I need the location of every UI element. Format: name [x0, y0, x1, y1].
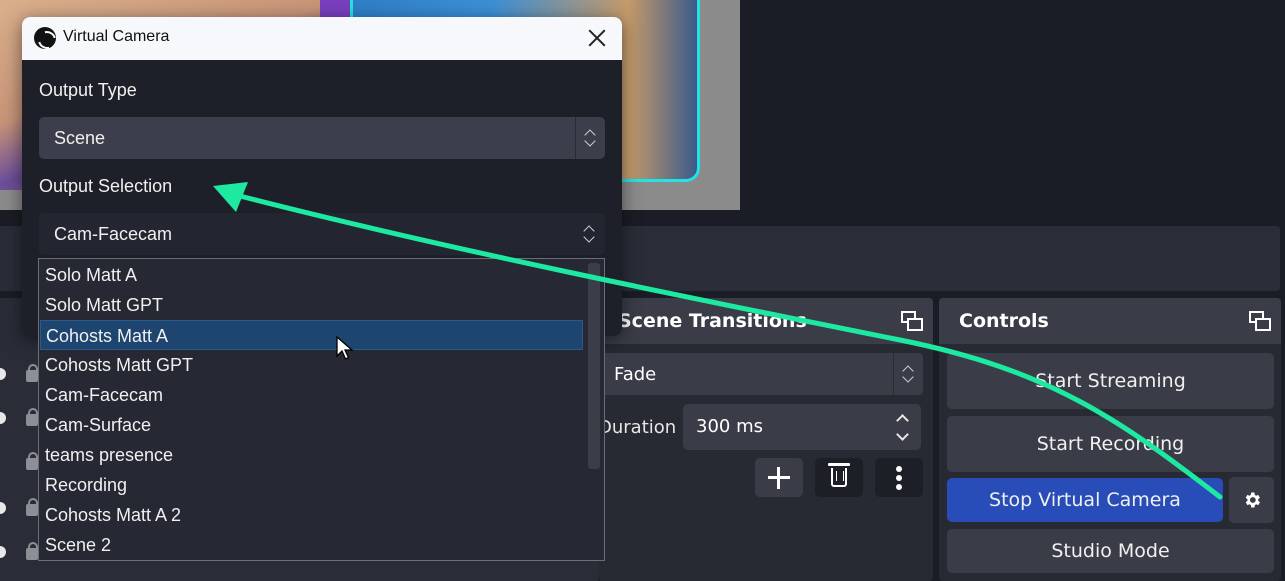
visibility-icon[interactable]: [0, 412, 6, 424]
remove-transition-button[interactable]: [815, 458, 863, 497]
lock-icon[interactable]: [26, 452, 38, 470]
dropdown-option[interactable]: Cam-Facecam: [40, 380, 583, 410]
lock-icon[interactable]: [26, 408, 38, 426]
lock-icon[interactable]: [26, 542, 38, 560]
start-streaming-button[interactable]: Start Streaming: [947, 353, 1274, 409]
controls-dock: Controls Start Streaming Start Recording…: [939, 298, 1281, 581]
visibility-icon[interactable]: [0, 546, 6, 558]
dropdown-option-highlighted[interactable]: Cohosts Matt A: [40, 320, 583, 350]
more-vertical-icon: [896, 466, 902, 490]
updown-chevron-icon: [893, 353, 923, 395]
output-type-value: Scene: [54, 128, 106, 148]
studio-mode-button[interactable]: Studio Mode: [947, 529, 1274, 573]
toolbar-band-left: [0, 226, 22, 291]
scene-transitions-dock: Scene Transitions Fade Duration 300 ms: [598, 298, 933, 581]
output-type-select[interactable]: Scene: [39, 117, 605, 159]
dropdown-option[interactable]: teams presence: [40, 440, 583, 470]
lock-icon[interactable]: [26, 498, 38, 516]
visibility-icon[interactable]: [0, 368, 6, 380]
updown-chevron-icon: [575, 117, 605, 159]
output-type-label: Output Type: [39, 80, 137, 100]
dropdown-option[interactable]: Solo Matt A: [40, 260, 583, 290]
increment-icon[interactable]: [896, 414, 909, 427]
obs-logo-icon: [34, 27, 56, 49]
lock-icon[interactable]: [26, 364, 38, 382]
output-selection-select[interactable]: Cam-Facecam: [39, 213, 605, 255]
dropdown-option[interactable]: Cohosts Matt A 2: [40, 500, 583, 530]
dock-header: Scene Transitions: [598, 298, 933, 344]
output-selection-dropdown: Solo Matt A Solo Matt GPT Cohosts Matt A…: [38, 258, 605, 561]
dock-header: Controls: [939, 298, 1281, 344]
toolbar-band: [620, 226, 1280, 291]
virtual-camera-settings-button[interactable]: [1229, 477, 1274, 523]
output-selection-label: Output Selection: [39, 176, 173, 196]
decrement-icon[interactable]: [896, 428, 909, 441]
undock-icon[interactable]: [1249, 311, 1271, 331]
dialog-title: Virtual Camera: [63, 28, 170, 45]
output-selection-value: Cam-Facecam: [54, 224, 173, 244]
gear-icon: [1245, 492, 1260, 508]
trash-icon: [828, 463, 850, 487]
mouse-cursor-icon: [336, 336, 354, 360]
add-transition-button[interactable]: [755, 458, 803, 497]
transition-value: Fade: [614, 364, 657, 385]
dock-title: Scene Transitions: [618, 310, 807, 332]
stop-virtual-camera-button[interactable]: Stop Virtual Camera: [947, 478, 1223, 522]
transition-properties-button[interactable]: [875, 458, 923, 497]
dropdown-option[interactable]: Scene 2: [40, 530, 583, 560]
start-recording-button[interactable]: Start Recording: [947, 416, 1274, 472]
dropdown-option[interactable]: Recording: [40, 470, 583, 500]
transition-select[interactable]: Fade: [598, 353, 923, 395]
dropdown-option[interactable]: Cam-Surface: [40, 410, 583, 440]
updown-chevron-icon: [575, 213, 605, 255]
obs-window: Scene Transitions Fade Duration 300 ms C…: [0, 0, 1285, 581]
duration-label: Duration: [598, 417, 677, 438]
dropdown-option[interactable]: Cohosts Matt GPT: [40, 350, 583, 380]
duration-spinbox[interactable]: 300 ms: [683, 404, 921, 450]
undock-icon[interactable]: [901, 311, 923, 331]
visibility-icon[interactable]: [0, 502, 6, 514]
dialog-titlebar: Virtual Camera: [22, 17, 622, 60]
dropdown-option[interactable]: Solo Matt GPT: [40, 290, 583, 320]
duration-value: 300 ms: [696, 416, 763, 437]
dropdown-scrollbar[interactable]: [588, 263, 600, 469]
close-icon[interactable]: [586, 27, 608, 49]
dock-title: Controls: [959, 310, 1049, 332]
